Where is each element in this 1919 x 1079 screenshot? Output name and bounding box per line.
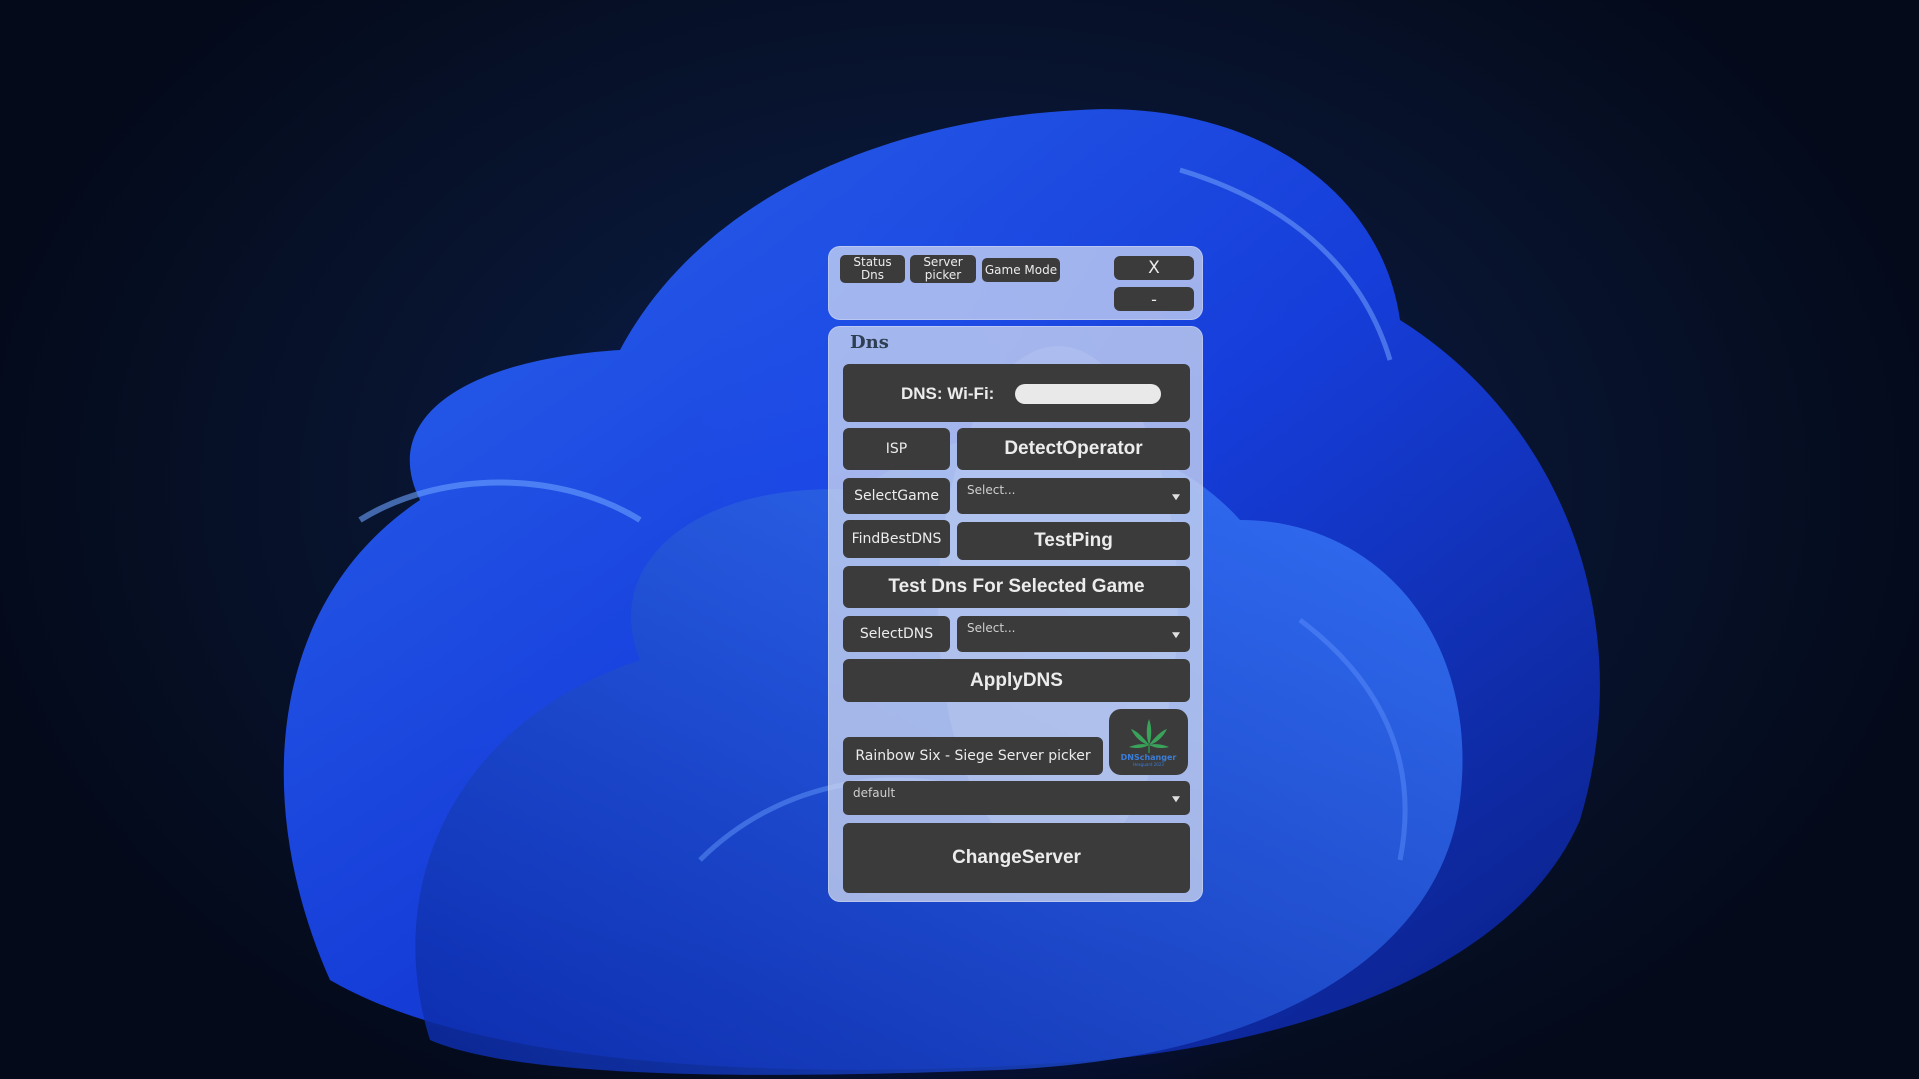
close-button[interactable]: X: [1114, 256, 1194, 280]
select-game-button[interactable]: SelectGame: [843, 478, 950, 514]
dns-status-text: DNS: Wi-Fi:: [901, 384, 995, 403]
chevron-down-icon: [1172, 796, 1180, 803]
server-select[interactable]: default: [843, 781, 1190, 815]
change-server-button[interactable]: ChangeServer: [843, 823, 1190, 893]
chevron-down-icon: [1172, 632, 1180, 639]
tab-server-picker[interactable]: Server picker: [910, 255, 976, 283]
cannabis-leaf-logo-icon: [1128, 719, 1169, 753]
title-bar: Status Dns Server picker Game Mode X -: [828, 246, 1203, 320]
isp-button[interactable]: ISP: [843, 428, 950, 470]
dns-changer-window: Status Dns Server picker Game Mode X - D…: [828, 246, 1203, 902]
tab-game-mode[interactable]: Game Mode: [982, 258, 1060, 282]
find-best-dns-button[interactable]: FindBestDNS: [843, 520, 950, 558]
logo-subtext: Hexguard 2023: [1133, 762, 1164, 767]
game-select-value: Select...: [967, 483, 1016, 497]
section-title: Dns: [850, 332, 889, 353]
game-select[interactable]: Select...: [957, 478, 1190, 514]
server-picker-label: Rainbow Six - Siege Server picker: [843, 737, 1103, 775]
dnschanger-logo: DNSchanger Hexguard 2023: [1109, 709, 1188, 775]
chevron-down-icon: [1172, 494, 1180, 501]
tab-status-dns[interactable]: Status Dns: [840, 255, 905, 283]
dns-status-display: DNS: Wi-Fi:: [843, 364, 1190, 422]
redacted-area: [1015, 384, 1161, 404]
dns-select-value: Select...: [967, 621, 1016, 635]
test-ping-button[interactable]: TestPing: [957, 522, 1190, 560]
logo-text: DNSchanger: [1120, 753, 1177, 762]
dns-select[interactable]: Select...: [957, 616, 1190, 652]
select-dns-button[interactable]: SelectDNS: [843, 616, 950, 652]
minimize-button[interactable]: -: [1114, 287, 1194, 311]
detect-operator-button[interactable]: DetectOperator: [957, 428, 1190, 470]
test-dns-selected-game-button[interactable]: Test Dns For Selected Game: [843, 566, 1190, 608]
apply-dns-button[interactable]: ApplyDNS: [843, 659, 1190, 702]
server-select-value: default: [853, 786, 896, 800]
